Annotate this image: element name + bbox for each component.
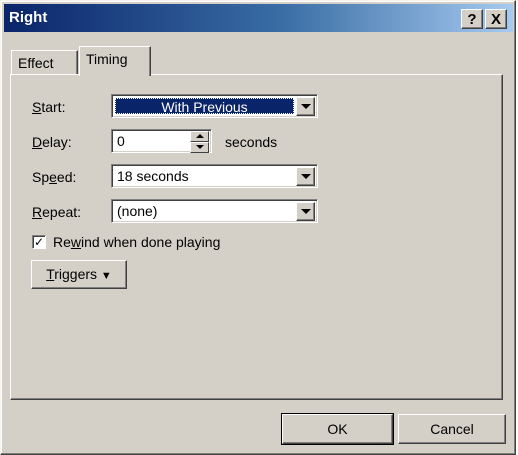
delay-value: 0 [117, 133, 125, 149]
start-selected-value: With Previous [115, 98, 294, 115]
close-button[interactable]: X [485, 9, 507, 29]
repeat-label: Repeat: [32, 204, 82, 220]
spin-down-icon[interactable] [190, 142, 209, 153]
start-dropdown[interactable]: With Previous [111, 94, 318, 118]
speed-label: Speed: [32, 169, 77, 185]
speed-dropdown[interactable]: 18 seconds [111, 164, 318, 188]
tab-effect[interactable]: Effect [11, 50, 78, 76]
dialog-window: Right ? X Effect Timing Start: With Prev… [0, 0, 516, 455]
delay-spinner[interactable]: 0 [111, 129, 212, 153]
start-dropdown-arrow-icon[interactable] [296, 97, 315, 116]
spin-up-icon[interactable] [190, 131, 209, 142]
repeat-value: (none) [117, 203, 158, 219]
help-button[interactable]: ? [461, 9, 483, 29]
tab-effect-label: Effect [18, 55, 54, 71]
window-title: Right [9, 9, 48, 26]
title-bar[interactable]: Right ? X [4, 4, 513, 32]
start-label: Start: [32, 99, 66, 115]
rewind-label[interactable]: Rewind when done playing [53, 234, 220, 250]
close-icon: X [490, 11, 501, 28]
speed-value: 18 seconds [117, 168, 189, 184]
tab-timing-label: Timing [86, 51, 128, 67]
help-icon: ? [467, 11, 477, 28]
repeat-dropdown[interactable]: (none) [111, 199, 318, 223]
ok-button[interactable]: OK [281, 413, 394, 445]
double-chevron-down-icon: ▼ [100, 270, 112, 282]
delay-label: Delay: [32, 134, 72, 150]
repeat-dropdown-arrow-icon[interactable] [296, 202, 315, 221]
checkmark-icon: ✓ [33, 235, 45, 249]
triggers-button[interactable]: Triggers ▼ [31, 260, 127, 289]
tab-timing[interactable]: Timing [79, 46, 151, 76]
rewind-checkbox[interactable]: ✓ [32, 235, 46, 249]
delay-unit: seconds [225, 134, 278, 150]
speed-dropdown-arrow-icon[interactable] [296, 167, 315, 186]
cancel-button[interactable]: Cancel [398, 414, 506, 444]
